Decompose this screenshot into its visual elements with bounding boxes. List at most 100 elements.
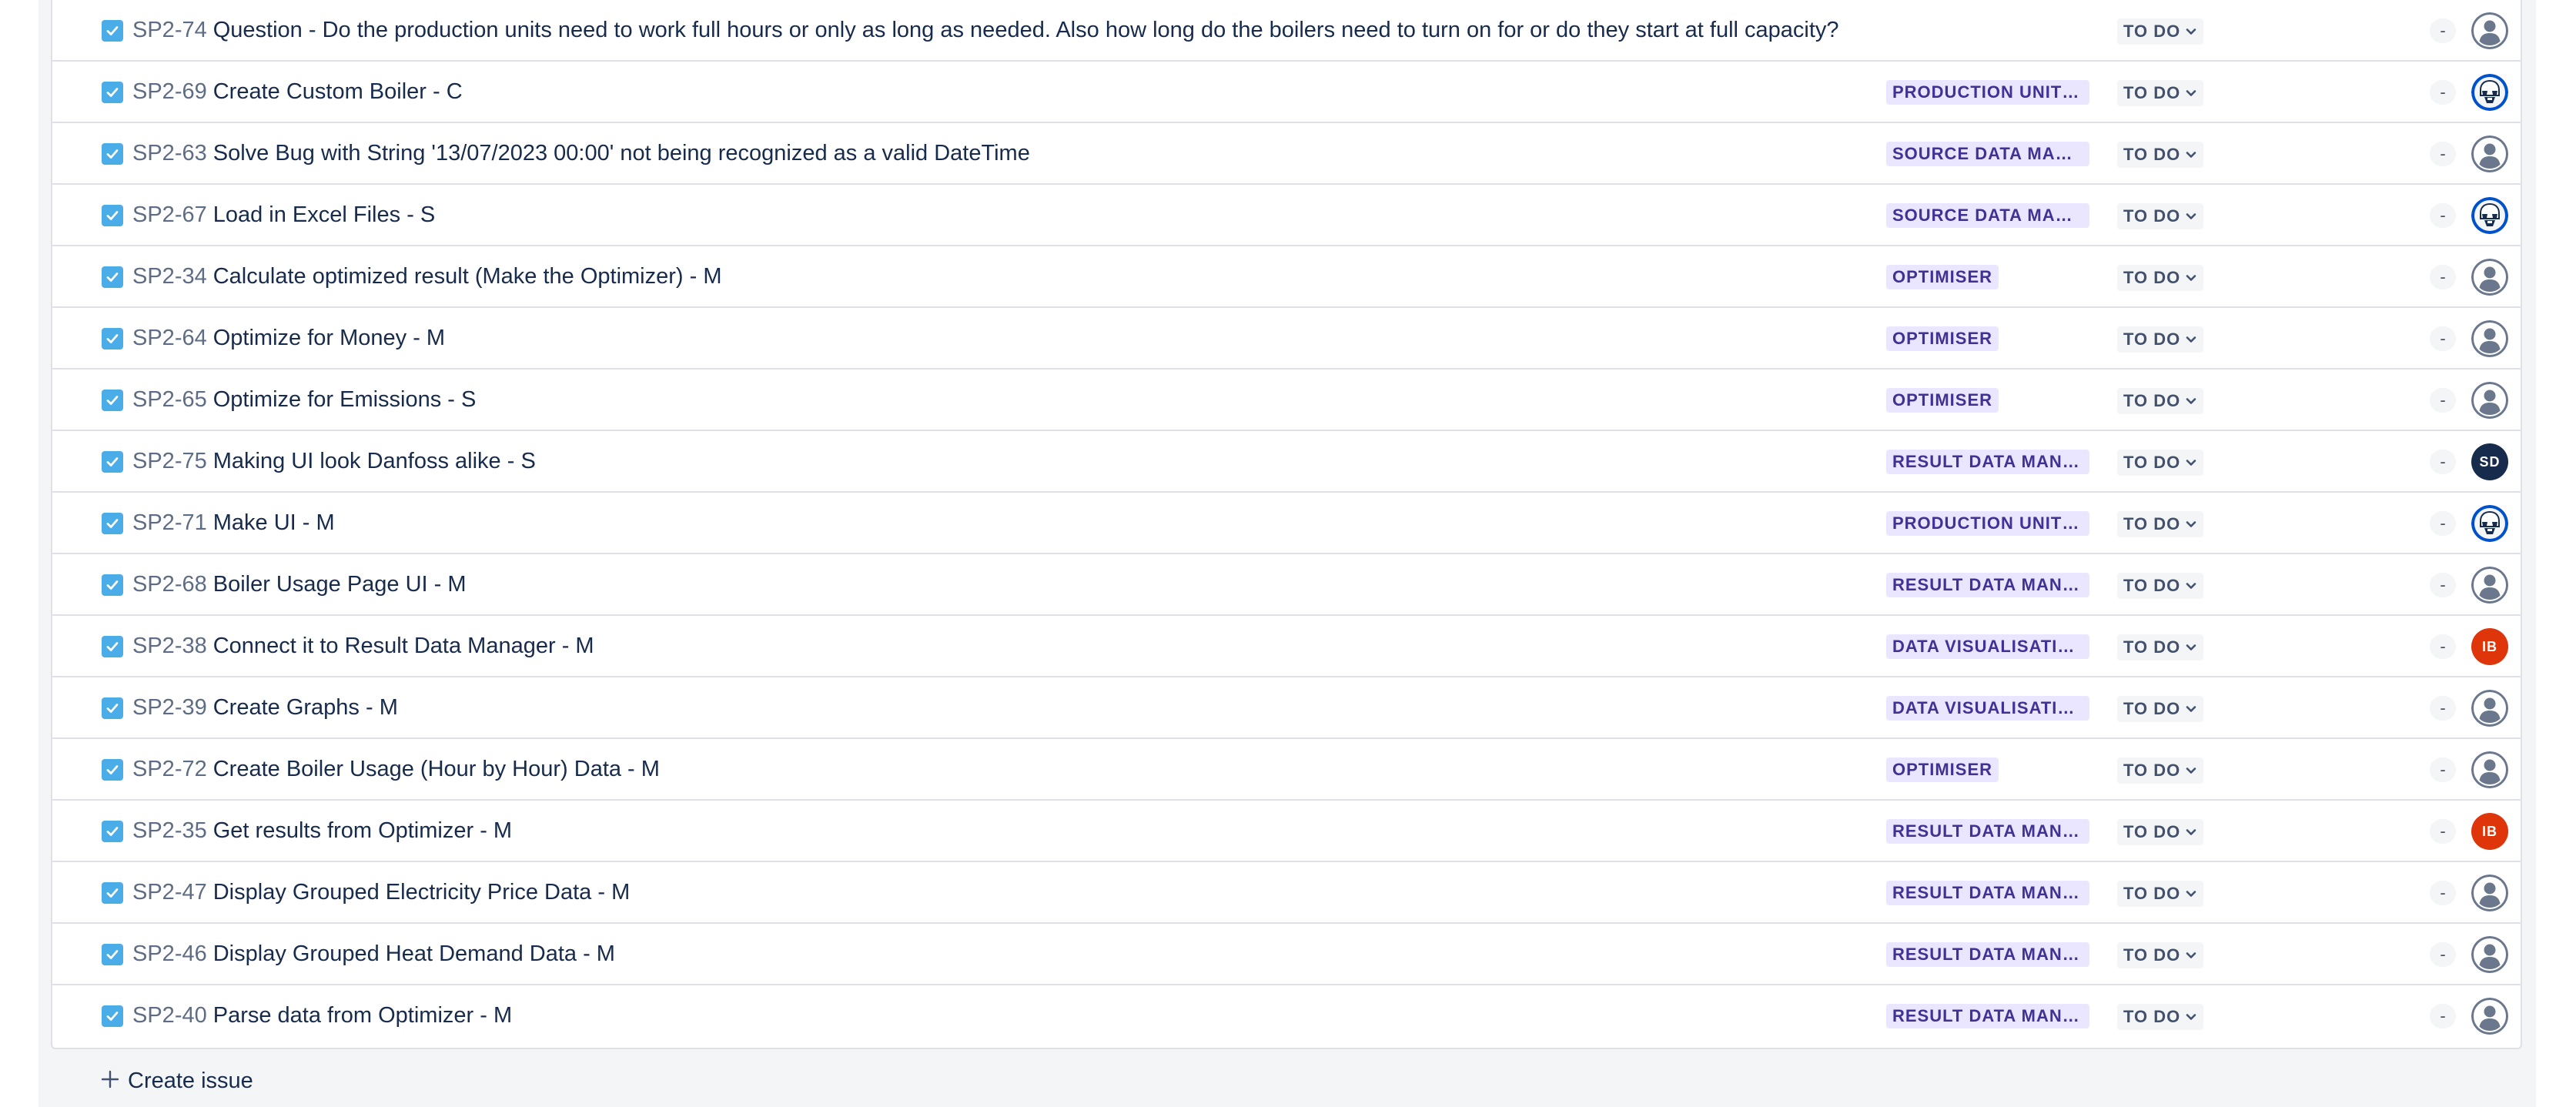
status-dropdown[interactable]: TO DO [2117,1004,2204,1030]
issue-summary[interactable]: Display Grouped Heat Demand Data - M [213,941,615,966]
epic-lozenge[interactable]: OPTIMISER [1886,388,1999,413]
issue-row[interactable]: SP2-74 Question - Do the production units… [52,0,2521,62]
issue-row[interactable]: SP2-35 Get results from Optimizer - M RESU… [52,801,2521,862]
story-point-estimate[interactable]: - [2430,18,2456,43]
status-dropdown[interactable]: TO DO [2117,18,2204,45]
user-avatar-icon[interactable] [2471,751,2508,788]
issue-key[interactable]: SP2-69 [132,79,207,104]
epic-lozenge[interactable]: RESULT DATA MANAGER [1886,450,2089,474]
status-dropdown[interactable]: TO DO [2117,942,2204,968]
story-point-estimate[interactable]: - [2430,758,2456,782]
issue-row[interactable]: SP2-65 Optimize for Emissions - S OPTIMISE… [52,370,2521,431]
issue-row[interactable]: SP2-46 Display Grouped Heat Demand Data -… [52,924,2521,985]
issue-key[interactable]: SP2-65 [132,387,207,412]
user-avatar-icon[interactable] [2471,135,2508,172]
stormtrooper-avatar-icon[interactable] [2471,505,2508,542]
epic-lozenge[interactable]: RESULT DATA MANAGER [1886,1004,2089,1028]
status-dropdown[interactable]: TO DO [2117,634,2204,661]
issue-summary[interactable]: Create Graphs - M [213,695,398,720]
story-point-estimate[interactable]: - [2430,265,2456,289]
status-dropdown[interactable]: TO DO [2117,881,2204,907]
epic-lozenge[interactable]: PRODUCTION UNIT CONFIGURATION [1886,511,2089,536]
issue-key[interactable]: SP2-39 [132,695,207,720]
status-dropdown[interactable]: TO DO [2117,573,2204,599]
story-point-estimate[interactable]: - [2430,634,2456,659]
story-point-estimate[interactable]: - [2430,80,2456,105]
issue-row[interactable]: SP2-39 Create Graphs - M DATA VISUALISATIO… [52,677,2521,739]
epic-lozenge[interactable]: RESULT DATA MANAGER [1886,881,2089,905]
avatar[interactable]: SD [2471,443,2508,480]
issue-summary[interactable]: Display Grouped Electricity Price Data -… [213,880,631,905]
issue-row[interactable]: SP2-75 Making UI look Danfoss alike - S RE… [52,431,2521,493]
issue-summary[interactable]: Make UI - M [213,510,335,535]
issue-row[interactable]: SP2-67 Load in Excel Files - S SOURCE DATA… [52,185,2521,246]
issue-row[interactable]: SP2-47 Display Grouped Electricity Price … [52,862,2521,924]
issue-text[interactable]: SP2-65 Optimize for Emissions - S [132,370,476,430]
create-issue-button[interactable]: Create issue [100,1062,253,1099]
issue-row[interactable]: SP2-63 Solve Bug with String '13/07/2023 … [52,123,2521,185]
status-dropdown[interactable]: TO DO [2117,326,2204,353]
epic-lozenge[interactable]: SOURCE DATA MANAGER [1886,203,2089,228]
user-avatar-icon[interactable] [2471,259,2508,296]
status-dropdown[interactable]: TO DO [2117,696,2204,722]
issue-text[interactable]: SP2-39 Create Graphs - M [132,677,398,737]
issue-text[interactable]: SP2-38 Connect it to Result Data Manager … [132,616,594,676]
epic-lozenge[interactable]: SOURCE DATA MANAGER [1886,142,2089,166]
issue-key[interactable]: SP2-74 [132,18,207,42]
issue-key[interactable]: SP2-34 [132,264,207,289]
epic-lozenge[interactable]: OPTIMISER [1886,758,1999,782]
issue-text[interactable]: SP2-67 Load in Excel Files - S [132,185,435,245]
issue-text[interactable]: SP2-40 Parse data from Optimizer - M [132,985,512,1045]
story-point-estimate[interactable]: - [2430,819,2456,844]
issue-key[interactable]: SP2-47 [132,880,207,905]
issue-text[interactable]: SP2-69 Create Custom Boiler - C [132,62,463,122]
issue-row[interactable]: SP2-71Make UI - M PRODUCTION UNIT CONFIGU… [52,493,2521,554]
issue-row[interactable]: SP2-72 Create Boiler Usage (Hour by Hour)… [52,739,2521,801]
issue-text[interactable]: SP2-47 Display Grouped Electricity Price … [132,862,630,922]
user-avatar-icon[interactable] [2471,12,2508,49]
status-dropdown[interactable]: TO DO [2117,450,2204,476]
issue-key[interactable]: SP2-63 [132,141,207,166]
issue-summary[interactable]: Connect it to Result Data Manager - M [213,634,594,658]
issue-summary[interactable]: Create Boiler Usage (Hour by Hour) Data … [213,757,660,781]
story-point-estimate[interactable]: - [2430,881,2456,905]
issue-summary[interactable]: Get results from Optimizer - M [213,818,512,843]
issue-key[interactable]: SP2-40 [132,1003,207,1028]
epic-lozenge[interactable]: RESULT DATA MANAGER [1886,942,2089,967]
status-dropdown[interactable]: TO DO [2117,80,2204,106]
status-dropdown[interactable]: TO DO [2117,142,2204,168]
issue-text[interactable]: SP2-64 Optimize for Money - M [132,308,445,368]
issue-text[interactable]: SP2-72 Create Boiler Usage (Hour by Hour)… [132,739,660,799]
issue-summary[interactable]: Calculate optimized result (Make the Opt… [213,264,722,289]
story-point-estimate[interactable]: - [2430,942,2456,967]
epic-lozenge[interactable]: OPTIMISER [1886,265,1999,289]
issue-text[interactable]: SP2-71 Make UI - M [132,493,335,553]
issue-summary[interactable]: Question - Do the production units need … [213,18,1839,42]
issue-summary[interactable]: Making UI look Danfoss alike - S [213,449,536,473]
issue-summary[interactable]: Solve Bug with String '13/07/2023 00:00'… [213,141,1030,166]
issue-key[interactable]: SP2-71 [132,510,207,535]
issue-key[interactable]: SP2-72 [132,757,207,781]
user-avatar-icon[interactable] [2471,690,2508,727]
issue-summary[interactable]: Load in Excel Files - S [213,202,436,227]
status-dropdown[interactable]: TO DO [2117,511,2204,537]
epic-lozenge[interactable]: PRODUCTION UNIT CONFIGURATION [1886,80,2089,105]
status-dropdown[interactable]: TO DO [2117,758,2204,784]
issue-row[interactable]: SP2-69 Create Custom Boiler - C PRODUCTION… [52,62,2521,123]
issue-key[interactable]: SP2-75 [132,449,207,473]
issue-summary[interactable]: Optimize for Emissions - S [213,387,477,412]
avatar[interactable]: IB [2471,628,2508,665]
issue-text[interactable]: SP2-68 Boiler Usage Page UI - M [132,554,467,614]
status-dropdown[interactable]: TO DO [2117,265,2204,291]
issue-key[interactable]: SP2-67 [132,202,207,227]
issue-key[interactable]: SP2-35 [132,818,207,843]
stormtrooper-avatar-icon[interactable] [2471,74,2508,111]
issue-row[interactable]: SP2-40 Parse data from Optimizer - M RESUL… [52,985,2521,1047]
epic-lozenge[interactable]: RESULT DATA MANAGER [1886,819,2089,844]
epic-lozenge[interactable]: DATA VISUALISATION [1886,696,2089,721]
story-point-estimate[interactable]: - [2430,573,2456,597]
issue-summary[interactable]: Create Custom Boiler - C [213,79,463,104]
user-avatar-icon[interactable] [2471,320,2508,357]
story-point-estimate[interactable]: - [2430,388,2456,413]
story-point-estimate[interactable]: - [2430,511,2456,536]
